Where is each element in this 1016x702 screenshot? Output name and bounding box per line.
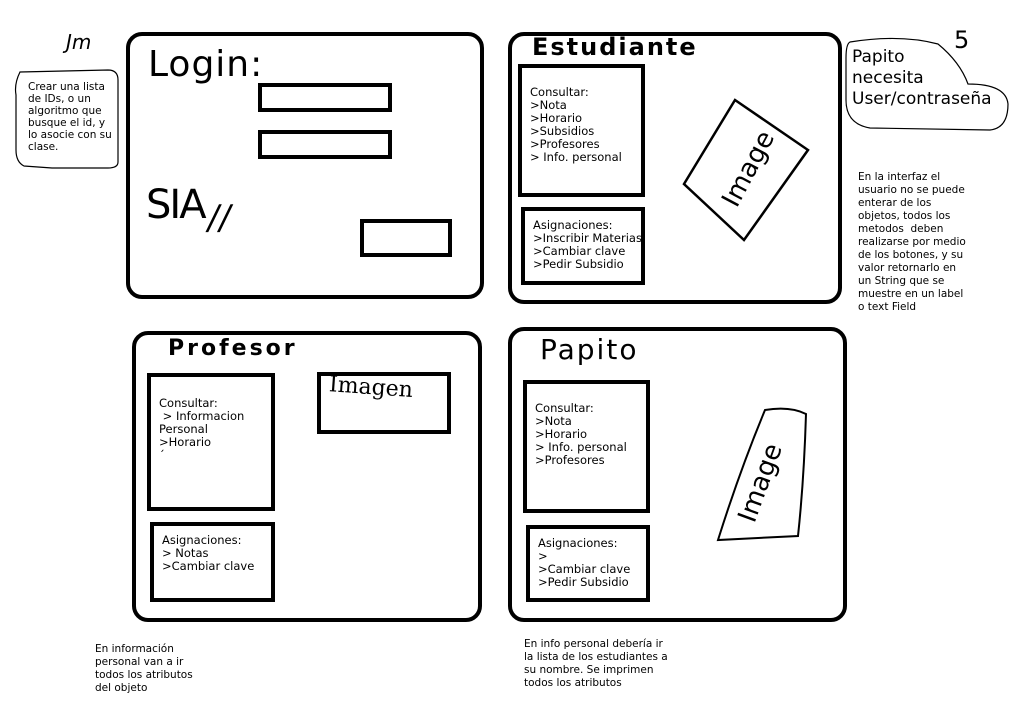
profesor-note: En información personal van a ir todos l… — [95, 643, 193, 694]
papito-note: En info personal debería ir la lista de … — [524, 638, 668, 689]
papito-image-frame — [716, 407, 808, 542]
